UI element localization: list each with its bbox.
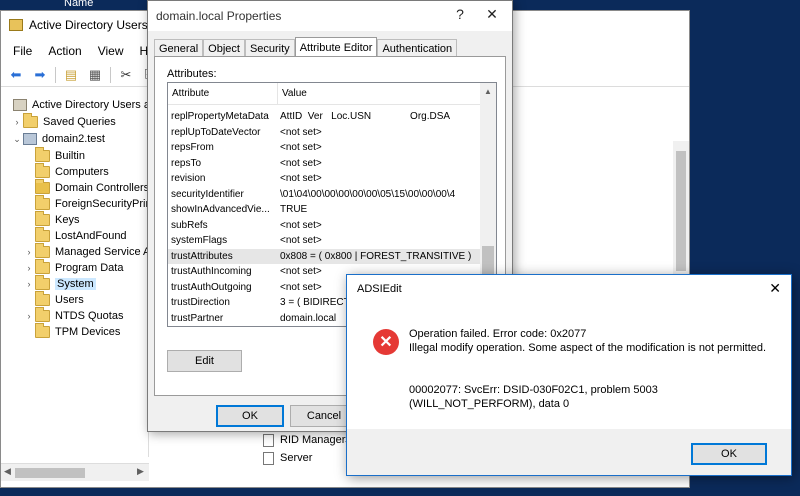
table-row[interactable]: repsFrom <not set> (168, 140, 482, 156)
chevron-right-icon[interactable]: › (23, 311, 35, 321)
error-code-text: Operation failed. Error code: 0x2077 (409, 328, 587, 340)
desktop-label: Name (64, 0, 94, 9)
close-icon[interactable]: ✕ (478, 6, 506, 23)
toolbar-separator (110, 66, 111, 83)
edit-button[interactable]: Edit (167, 350, 242, 372)
object-icon (263, 433, 274, 447)
tree-saved-queries[interactable]: › Saved Queries (11, 113, 116, 130)
error-detail-text: Illegal modify operation. Some aspect of… (409, 342, 767, 354)
folder-icon (35, 259, 50, 274)
scrollbar-thumb[interactable] (15, 468, 85, 478)
folder-icon (35, 243, 50, 258)
table-row[interactable]: replPropertyMetaData AttID Ver Loc.USN Or… (168, 109, 482, 125)
tree-item-computers[interactable]: Computers (35, 163, 109, 180)
error-dialog: ADSIEdit ✕ ✕ Operation failed. Error cod… (346, 274, 792, 476)
cut-icon[interactable]: ✂ (117, 66, 135, 84)
folder-icon (35, 323, 50, 338)
folder-icon (35, 291, 50, 306)
chevron-right-icon[interactable]: › (11, 117, 23, 127)
tree-item-system[interactable]: › System (23, 275, 96, 292)
close-icon[interactable]: ✕ (769, 280, 781, 297)
error-extended-text: 00002077: SvcErr: DSID-030F02C1, problem… (409, 384, 658, 410)
folder-icon (35, 211, 50, 226)
tree-item-ntds-quotas[interactable]: › NTDS Quotas (23, 307, 123, 324)
table-row[interactable]: subRefs <not set> (168, 218, 482, 234)
scroll-up-icon[interactable]: ▲ (480, 87, 496, 96)
error-titlebar[interactable]: ADSIEdit (347, 275, 791, 303)
up-folder-icon[interactable]: ▤ (62, 66, 80, 84)
tree-item-tpm-devices[interactable]: TPM Devices (35, 323, 120, 340)
object-icon (263, 451, 274, 465)
tree-item-domain-controllers[interactable]: Domain Controllers (35, 179, 148, 196)
toolbar-separator (55, 66, 56, 83)
help-button[interactable]: ? (446, 6, 474, 22)
tree-item-keys[interactable]: Keys (35, 211, 79, 228)
table-row[interactable]: showInAdvancedVie... TRUE (168, 202, 482, 218)
scrollbar-thumb[interactable] (676, 151, 686, 271)
table-row[interactable]: revision <not set> (168, 171, 482, 187)
error-icon: ✕ (373, 329, 399, 355)
chevron-right-icon[interactable]: › (23, 247, 35, 257)
ok-button[interactable]: OK (216, 405, 284, 427)
folder-icon (35, 195, 50, 210)
aduc-app-icon (9, 19, 23, 31)
table-row[interactable]: systemFlags <not set> (168, 233, 482, 249)
ou-folder-icon (35, 179, 50, 194)
domain-icon (23, 133, 37, 145)
properties-tabs: General Object Security Attribute Editor… (154, 37, 458, 57)
tab-security[interactable]: Security (244, 39, 295, 57)
tree-item-foreign-security-principals[interactable]: ForeignSecurityPrincipals (35, 195, 148, 212)
tree-item-builtin[interactable]: Builtin (35, 147, 85, 164)
table-row[interactable]: securityIdentifier \01\04\00\00\00\00\00\… (168, 187, 482, 203)
column-header-value[interactable]: Value (278, 83, 482, 104)
chevron-right-icon[interactable]: › (23, 263, 35, 273)
folder-icon (35, 275, 50, 290)
tab-attribute-editor[interactable]: Attribute Editor (294, 37, 378, 57)
menu-file[interactable]: File (5, 44, 40, 58)
chevron-right-icon[interactable]: › (23, 279, 35, 289)
tree-horizontal-scrollbar[interactable]: ◀ ▶ (1, 463, 149, 481)
attributes-list-header: Attribute Value (168, 83, 482, 105)
tab-general[interactable]: General (154, 39, 204, 57)
tree-item-program-data[interactable]: › Program Data (23, 259, 123, 276)
scroll-left-icon[interactable]: ◀ (4, 466, 11, 477)
folder-icon (23, 113, 38, 128)
properties-title: domain.local Properties (156, 9, 282, 23)
tree-item-managed-service-accounts[interactable]: › Managed Service Accounts (23, 243, 148, 260)
table-row[interactable]: repsTo <not set> (168, 156, 482, 172)
table-row[interactable]: replUpToDateVector <not set> (168, 125, 482, 141)
menu-action[interactable]: Action (40, 44, 89, 58)
tree-item-lost-and-found[interactable]: LostAndFound (35, 227, 127, 244)
folder-icon (35, 307, 50, 322)
aduc-root-icon (13, 99, 27, 111)
error-message: Operation failed. Error code: 0x2077 Ill… (409, 327, 769, 355)
tree-item-users[interactable]: Users (35, 291, 84, 308)
tab-authentication[interactable]: Authentication (377, 39, 458, 57)
error-body: ✕ Operation failed. Error code: 0x2077 I… (347, 303, 791, 429)
ok-button[interactable]: OK (691, 443, 767, 465)
tree-root[interactable]: Active Directory Users and Computers (1, 97, 148, 113)
show-tree-icon[interactable]: ▦ (86, 66, 104, 84)
console-tree: Active Directory Users and Computers › S… (1, 91, 149, 457)
folder-icon (35, 227, 50, 242)
tree-domain[interactable]: ⌄ domain2.test (11, 131, 105, 147)
forward-arrow-icon[interactable]: ➡ (31, 66, 49, 84)
error-title: ADSIEdit (357, 283, 402, 295)
table-row-selected[interactable]: trustAttributes 0x808 = ( 0x800 | FOREST_… (168, 248, 482, 264)
chevron-down-icon[interactable]: ⌄ (11, 134, 23, 145)
tab-object[interactable]: Object (203, 39, 245, 57)
folder-icon (35, 163, 50, 178)
column-header-attribute[interactable]: Attribute (168, 83, 278, 104)
scroll-right-icon[interactable]: ▶ (137, 466, 144, 477)
menu-view[interactable]: View (90, 44, 132, 58)
attributes-label: Attributes: (167, 68, 217, 80)
folder-icon (35, 147, 50, 162)
back-arrow-icon[interactable]: ⬅ (7, 66, 25, 84)
